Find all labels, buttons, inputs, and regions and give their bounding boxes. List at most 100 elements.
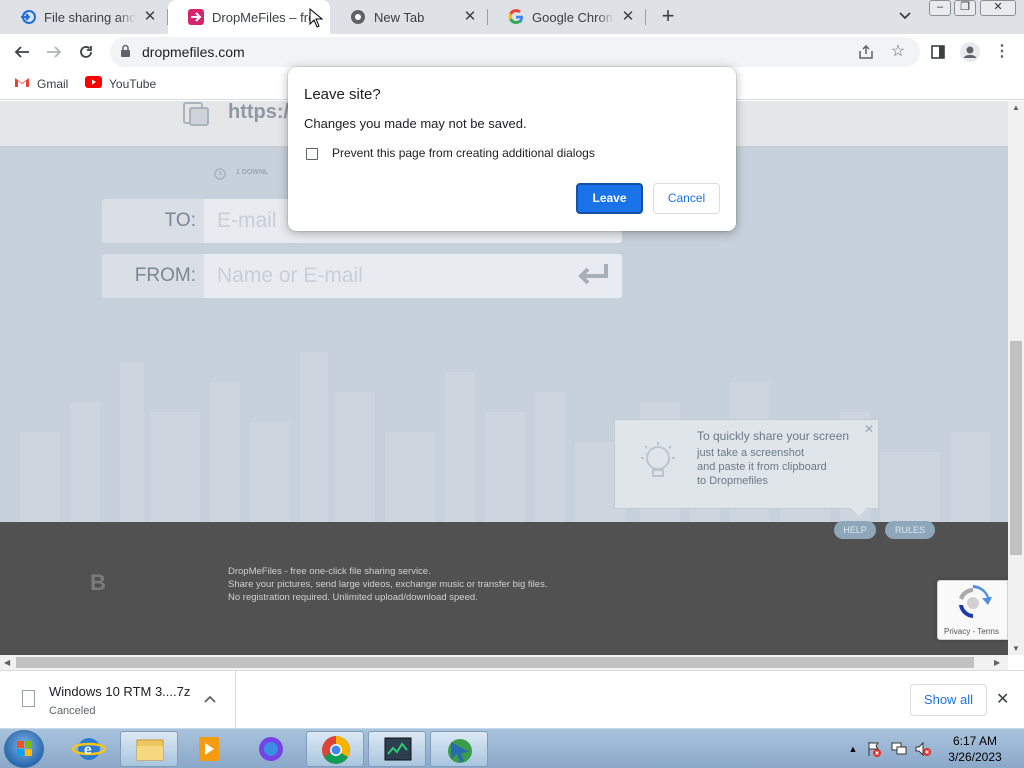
close-tip-icon[interactable]: ✕ — [864, 422, 874, 436]
lightbulb-icon — [641, 442, 675, 491]
prevent-dialogs-checkbox[interactable] — [306, 148, 318, 160]
chrome-taskbar-icon[interactable] — [306, 731, 364, 767]
footer-line: DropMeFiles - free one-click file sharin… — [228, 566, 431, 577]
page-footer: B DropMeFiles - free one-click file shar… — [0, 522, 1008, 655]
scroll-down-icon[interactable]: ▼ — [1012, 644, 1020, 653]
vertical-scrollbar[interactable]: ▲ ▼ — [1008, 101, 1024, 655]
download-file-name: Windows 10 RTM 3....7z — [49, 684, 191, 699]
bookmark-gmail[interactable]: Gmail — [14, 76, 68, 91]
browser-toolbar: dropmefiles.com ☆ ⋮ — [0, 34, 1024, 70]
dialog-title: Leave site? — [304, 86, 381, 103]
tab-dropmefiles[interactable]: DropMeFiles – fre — [168, 0, 330, 34]
downloads-counter: 1 DOWNL — [236, 169, 269, 176]
windows-logo-icon — [17, 741, 32, 756]
chevron-up-icon[interactable] — [204, 691, 216, 706]
footer-line: No registration required. Unlimited uplo… — [228, 592, 478, 603]
youtube-icon — [85, 76, 102, 91]
scroll-left-icon[interactable]: ◀ — [4, 658, 10, 667]
tip-line: just take a screenshot — [697, 447, 805, 459]
from-placeholder: Name or E-mail — [217, 264, 363, 287]
media-player-icon[interactable] — [180, 731, 238, 767]
download-item[interactable]: Windows 10 RTM 3....7z Canceled — [0, 671, 236, 728]
show-all-button[interactable]: Show all — [910, 684, 987, 716]
scroll-right-icon[interactable]: ▶ — [994, 658, 1000, 667]
clock-icon — [214, 167, 226, 185]
footer-line: Share your pictures, send large videos, … — [228, 579, 548, 590]
to-label: TO: — [164, 210, 196, 231]
recaptcha-icon — [954, 585, 992, 626]
share-icon[interactable] — [852, 38, 880, 66]
close-download-bar-icon[interactable]: ✕ — [996, 689, 1009, 709]
tip-line: and paste it from clipboard — [697, 461, 827, 473]
cancel-button[interactable]: Cancel — [653, 183, 720, 214]
rules-button[interactable]: RULES — [885, 521, 935, 539]
download-bar: Windows 10 RTM 3....7z Canceled Show all… — [0, 670, 1024, 728]
tab-strip: File sharing and s ✕ DropMeFiles – fre N… — [0, 0, 1024, 34]
network-icon[interactable] — [891, 741, 907, 757]
new-tab-button[interactable]: + — [656, 5, 680, 29]
enter-arrow-icon[interactable] — [576, 262, 610, 295]
leave-site-dialog: Leave site? Changes you made may not be … — [288, 67, 736, 231]
file-icon — [22, 690, 35, 707]
to-placeholder: E-mail — [217, 209, 277, 232]
tab-new-tab[interactable]: New Tab ✕ — [330, 0, 488, 34]
dialog-message: Changes you made may not be saved. — [304, 116, 527, 131]
download-manager-icon[interactable] — [430, 731, 488, 767]
dropmefiles-arrow-icon — [188, 9, 204, 25]
tab-title: File sharing and s — [44, 9, 136, 25]
close-tab-icon[interactable]: ✕ — [142, 9, 158, 25]
vertical-scroll-thumb[interactable] — [1010, 341, 1022, 555]
leave-button[interactable]: Leave — [576, 183, 643, 214]
minimize-button[interactable]: – — [929, 0, 951, 16]
close-window-button[interactable]: ✕ — [980, 0, 1016, 16]
from-label: FROM: — [134, 265, 196, 286]
close-tab-icon[interactable]: ✕ — [620, 9, 636, 25]
system-clock[interactable]: 6:17 AM 3/26/2023 — [940, 733, 1010, 765]
help-button[interactable]: HELP — [834, 521, 876, 539]
tab-search-chevron-icon[interactable] — [895, 6, 915, 26]
copy-icon[interactable] — [182, 101, 210, 132]
profile-avatar-icon[interactable] — [956, 38, 984, 66]
recaptcha-privacy-terms[interactable]: Privacy - Terms — [944, 627, 999, 636]
tab-google-chrome-help[interactable]: Google Chrome H ✕ — [488, 0, 646, 34]
footer-logo: B — [90, 570, 106, 595]
google-icon — [508, 9, 524, 25]
task-manager-icon[interactable] — [368, 731, 426, 767]
share-link-text: https:/ — [228, 101, 290, 123]
tip-title: To quickly share your screen — [697, 429, 850, 443]
firefox-icon[interactable] — [242, 731, 300, 767]
action-center-flag-icon[interactable] — [866, 741, 882, 757]
screen: File sharing and s ✕ DropMeFiles – fre N… — [0, 0, 1024, 768]
file-explorer-icon[interactable] — [120, 731, 178, 767]
bookmark-youtube[interactable]: YouTube — [85, 76, 156, 91]
from-name-input[interactable]: Name or E-mail — [204, 254, 622, 298]
bookmark-star-icon[interactable]: ☆ — [884, 38, 912, 66]
horizontal-scrollbar[interactable]: ◀ ▶ — [0, 655, 1008, 670]
show-hidden-icons-icon[interactable]: ▲ — [845, 741, 861, 757]
tab-title: Google Chrome H — [532, 9, 614, 25]
recaptcha-badge[interactable]: Privacy - Terms — [937, 580, 1008, 640]
close-tab-icon[interactable]: ✕ — [462, 9, 478, 25]
reload-icon[interactable] — [72, 38, 100, 66]
lock-icon[interactable] — [120, 44, 131, 63]
screenshot-tip-popup: To quickly share your screen just take a… — [614, 419, 879, 516]
tip-body: just take a screenshot and paste it from… — [697, 446, 827, 488]
volume-muted-icon[interactable] — [915, 741, 931, 757]
menu-kebab-icon[interactable]: ⋮ — [988, 38, 1016, 66]
internet-explorer-icon[interactable]: e — [60, 731, 118, 767]
scroll-up-icon[interactable]: ▲ — [1012, 103, 1020, 112]
bookmark-label: Gmail — [37, 76, 69, 91]
prevent-dialogs-label[interactable]: Prevent this page from creating addition… — [332, 146, 595, 160]
bookmark-label: YouTube — [109, 76, 157, 91]
address-bar[interactable]: dropmefiles.com — [110, 37, 920, 67]
back-arrow-icon[interactable] — [8, 38, 36, 66]
from-field[interactable]: FROM: Name or E-mail — [102, 254, 622, 298]
windows-taskbar: e ▲ 6:17 AM 3/26/2023 — [0, 728, 1024, 768]
horizontal-scroll-thumb[interactable] — [16, 657, 974, 668]
tab-file-sharing[interactable]: File sharing and s ✕ — [0, 0, 168, 34]
start-button[interactable] — [4, 730, 44, 768]
side-panel-icon[interactable] — [924, 38, 952, 66]
clock-date: 3/26/2023 — [948, 750, 1002, 764]
forward-arrow-icon[interactable] — [40, 38, 68, 66]
restore-button[interactable]: ❐ — [954, 0, 976, 16]
